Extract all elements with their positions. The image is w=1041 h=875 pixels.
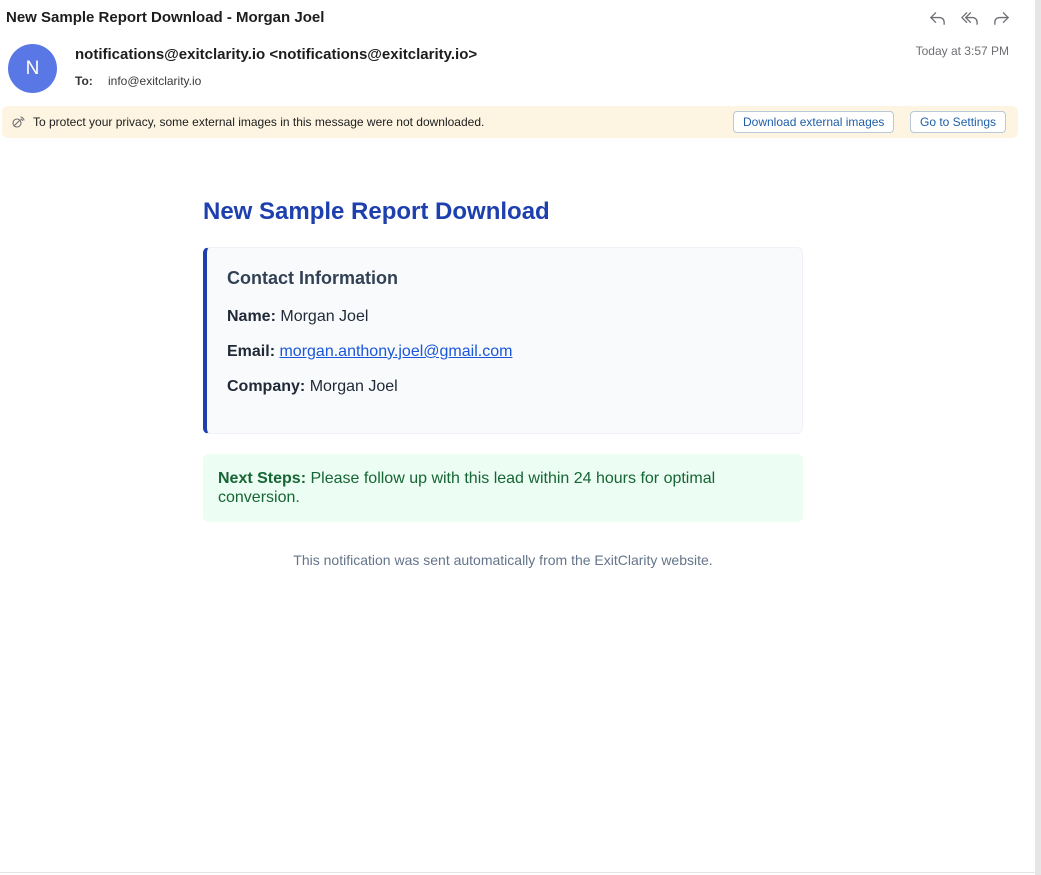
name-label: Name: [227,308,276,325]
divider [0,872,1035,873]
message-actions [927,8,1011,28]
email-subject: New Sample Report Download - Morgan Joel [6,9,325,26]
email-title: New Sample Report Download [203,198,550,225]
sender-avatar: N [8,44,57,93]
next-steps-box: Next Steps: Please follow up with this l… [203,454,803,522]
name-field: Name: Morgan Joel [227,307,782,326]
forward-icon [993,11,1009,25]
email-field: Email: morgan.anthony.joel@gmail.com [227,342,782,361]
company-field: Company: Morgan Joel [227,377,782,396]
company-value: Morgan Joel [309,378,398,395]
scrollbar[interactable] [1035,0,1041,875]
footer-note: This notification was sent automatically… [293,552,713,568]
privacy-shield-icon [12,116,25,128]
reply-all-button[interactable] [959,8,979,28]
forward-button[interactable] [991,8,1011,28]
email-label: Email: [227,343,276,360]
reply-icon [929,11,945,25]
download-external-images-button[interactable]: Download external images [733,111,895,133]
email-body: New Sample Report Download Contact Infor… [203,196,803,568]
reply-all-icon [960,11,978,25]
go-to-settings-button[interactable]: Go to Settings [910,111,1007,133]
recipient-address[interactable]: info@exitclarity.io [108,74,201,88]
sender-address[interactable]: notifications@exitclarity.io <notificati… [75,46,477,63]
recipient-row: To: info@exitclarity.io [75,74,201,88]
timestamp: Today at 3:57 PM [915,44,1009,58]
privacy-message: To protect your privacy, some external i… [33,115,485,129]
reply-button[interactable] [927,8,947,28]
contact-heading: Contact Information [227,268,398,288]
next-steps-label: Next Steps: [218,470,307,487]
name-value: Morgan Joel [280,308,369,325]
contact-card: Contact Information Name: Morgan Joel Em… [203,247,803,434]
to-label: To: [75,74,93,88]
company-label: Company: [227,378,306,395]
privacy-banner: To protect your privacy, some external i… [2,106,1018,138]
email-link[interactable]: morgan.anthony.joel@gmail.com [279,343,512,360]
